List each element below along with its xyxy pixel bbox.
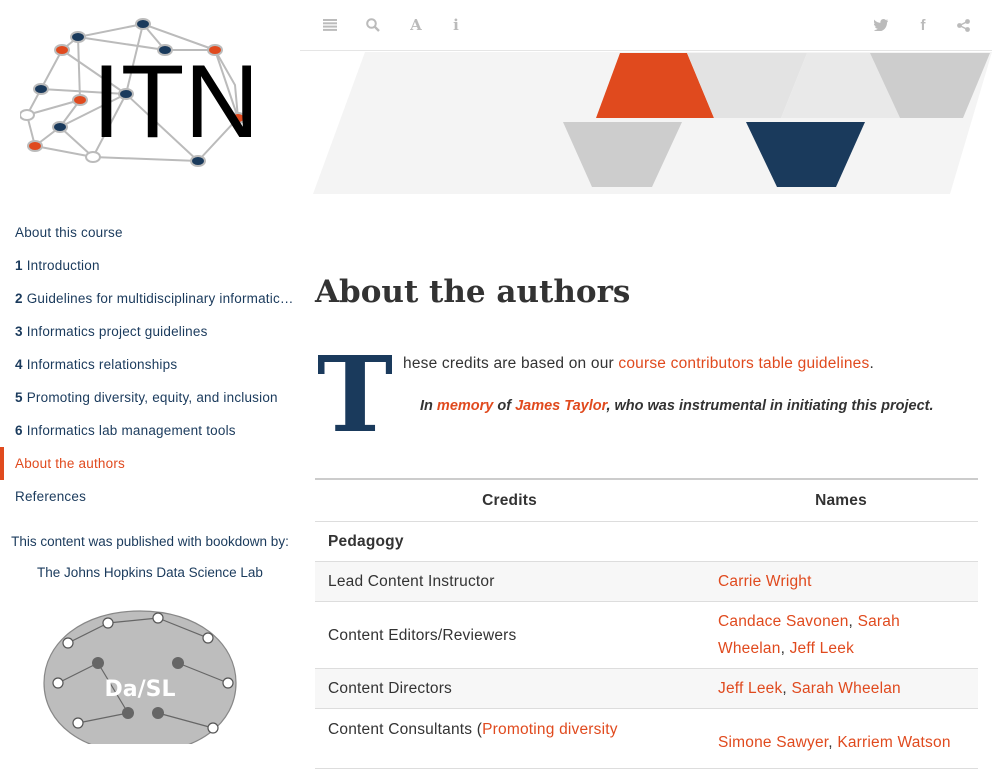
sidebar: ITN About this course 1 Introduction 2 Guide… — [0, 0, 300, 744]
table-row: Pedagogy — [315, 521, 978, 562]
toc-item-label: Promoting diversity, equity, and inclusi… — [26, 390, 278, 405]
table-row: Lead Content Instructor Carrie Wright — [315, 561, 978, 602]
column-header-credits: Credits — [315, 478, 704, 522]
toc-item[interactable]: 4 Informatics relationships — [0, 348, 300, 381]
name-link[interactable]: Carrie Wright — [718, 573, 812, 590]
itn-logo[interactable]: ITN — [20, 12, 280, 177]
toc-item[interactable]: 3 Informatics project guidelines — [0, 315, 300, 348]
section-label: Pedagogy — [315, 521, 704, 562]
credit-label: Content Editors/Reviewers — [315, 601, 704, 669]
info-icon[interactable]: i — [444, 13, 468, 37]
toc-item-label: References — [15, 489, 87, 504]
memorial-text: In memory of James Taylor, who was instr… — [420, 398, 934, 414]
toc-item-label: Introduction — [26, 258, 100, 273]
table-row: Content Consultants (Promoting diversity… — [315, 708, 978, 769]
credit-label: Content Consultants (Promoting diversity — [315, 708, 704, 769]
column-header-names: Names — [704, 478, 978, 522]
toc-item-label: About this course — [15, 225, 123, 240]
list-icon[interactable] — [318, 13, 342, 37]
font-icon[interactable]: A — [404, 13, 428, 37]
toc-item[interactable]: 5 Promoting diversity, equity, and inclus… — [0, 381, 300, 414]
toc-item-number: 2 — [15, 291, 23, 306]
page-title: About the authors — [315, 274, 631, 310]
toc-item-number: 3 — [15, 324, 23, 339]
toc-item-label: Guidelines for multidisciplinary informa… — [26, 291, 300, 306]
toc-item-label: Informatics project guidelines — [26, 324, 208, 339]
toc-item[interactable]: About the authors — [0, 447, 300, 480]
credit-label: Content Directors — [315, 668, 704, 709]
intro-text: hese credits are based on our course con… — [403, 355, 874, 372]
table-of-contents: About this course 1 Introduction 2 Guideline… — [0, 216, 300, 513]
name-link[interactable]: Sarah Wheelan — [791, 680, 900, 697]
dsl-logo-text: Da/SL — [104, 677, 175, 702]
toolbar: A i f — [300, 0, 992, 51]
toc-item-number: 4 — [15, 357, 23, 372]
search-icon[interactable] — [361, 13, 385, 37]
toc-item[interactable]: References — [0, 480, 300, 513]
facebook-icon[interactable]: f — [911, 13, 935, 37]
james-taylor-link[interactable]: James Taylor — [515, 398, 606, 414]
table-row: Content Editors/Reviewers Candace Savone… — [315, 601, 978, 669]
toc-item-label: About the authors — [15, 456, 125, 471]
toc-item[interactable]: 6 Informatics lab management tools — [0, 414, 300, 447]
dropcap: T — [318, 345, 392, 435]
toc-item[interactable]: 2 Guidelines for multidisciplinary inform… — [0, 282, 300, 315]
memory-link[interactable]: memory — [437, 398, 493, 414]
toc-item-number: 1 — [15, 258, 23, 273]
table-row: Content Directors Jeff Leek, Sarah Wheel… — [315, 668, 978, 709]
name-link[interactable]: Jeff Leek — [790, 640, 854, 657]
logo-text: ITN — [92, 44, 260, 160]
svg-text:T: T — [318, 345, 392, 435]
name-link[interactable]: Candace Savonen — [718, 613, 849, 630]
promoting-diversity-link[interactable]: Promoting diversity — [482, 721, 618, 738]
jhu-dsl-link[interactable]: The Johns Hopkins Data Science Lab — [0, 565, 300, 580]
name-link[interactable]: Jeff Leek — [718, 680, 782, 697]
twitter-icon[interactable] — [869, 13, 893, 37]
toc-item-number: 6 — [15, 423, 23, 438]
toc-item-number: 5 — [15, 390, 23, 405]
toc-item-label: Informatics relationships — [26, 357, 178, 372]
contributors-guidelines-link[interactable]: course contributors table guidelines — [618, 355, 869, 372]
name-link[interactable]: Karriem Watson — [837, 734, 950, 751]
name-link[interactable]: Simone Sawyer — [718, 734, 828, 751]
toc-item[interactable]: 1 Introduction — [0, 249, 300, 282]
toc-item[interactable]: About this course — [0, 216, 300, 249]
credit-label: Lead Content Instructor — [315, 561, 704, 602]
share-icon[interactable] — [951, 13, 975, 37]
header-banner — [313, 52, 992, 194]
toc-item-label: Informatics lab management tools — [26, 423, 236, 438]
credits-table: Credits Names Pedagogy Lead Content Inst… — [315, 478, 978, 769]
published-by-text: This content was published with bookdown… — [11, 534, 289, 549]
dsl-logo[interactable]: Da/SL — [38, 603, 242, 744]
